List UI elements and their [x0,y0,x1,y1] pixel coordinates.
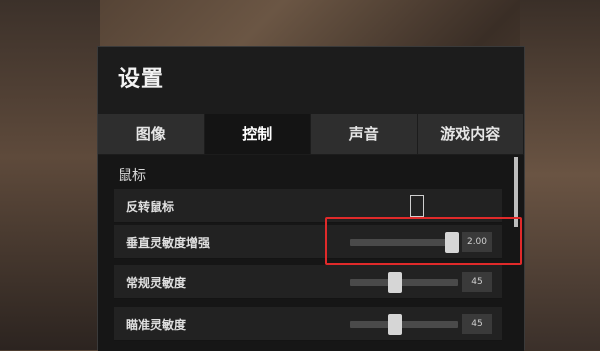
setting-label: 垂直灵敏度增强 [126,236,211,250]
slider-thumb[interactable] [388,314,403,335]
background-left [0,0,100,350]
panel-title: 设置 [118,67,165,92]
setting-label: 瞄准灵敏度 [126,318,187,332]
invert-mouse-checkbox[interactable] [410,195,424,217]
settings-panel: 设置 图像 控制 声音 游戏内容 鼠标 反转鼠标 垂直灵敏度增强 2.00 常规… [97,46,525,351]
background-right [520,0,600,350]
setting-label: 常规灵敏度 [126,276,187,290]
general-sensitivity-slider[interactable] [350,272,458,293]
aim-sensitivity-value[interactable]: 45 [462,314,492,334]
highlight-annotation [325,217,522,265]
setting-row-aim-sensitivity: 瞄准灵敏度 45 [114,307,502,341]
aim-sensitivity-slider[interactable] [350,314,458,335]
setting-row-general-sensitivity: 常规灵敏度 45 [114,265,502,299]
tab-bar: 图像 控制 声音 游戏内容 [98,114,524,154]
tab-gameplay[interactable]: 游戏内容 [417,114,524,154]
tab-controls[interactable]: 控制 [204,114,311,154]
general-sensitivity-value[interactable]: 45 [462,272,492,292]
tab-graphics[interactable]: 图像 [98,114,205,154]
tab-sound[interactable]: 声音 [311,114,418,154]
setting-label: 反转鼠标 [126,200,175,214]
section-title-mouse: 鼠标 [118,168,146,184]
slider-thumb[interactable] [388,272,403,293]
